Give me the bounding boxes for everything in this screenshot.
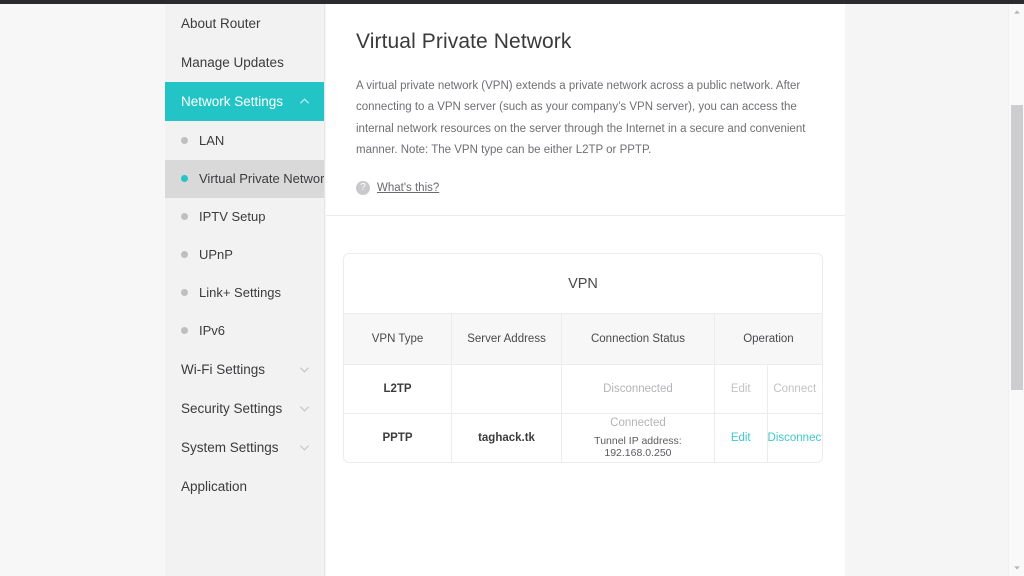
bullet-dot-icon bbox=[181, 137, 188, 145]
cell-edit-action[interactable]: Edit bbox=[714, 364, 768, 414]
sidebar: About Router Manage Updates Network Sett… bbox=[165, 4, 325, 576]
screen: About Router Manage Updates Network Sett… bbox=[0, 0, 1024, 576]
sidebar-item-label: Security Settings bbox=[181, 401, 283, 416]
sidebar-item-system-settings[interactable]: System Settings bbox=[165, 428, 324, 467]
bullet-dot-icon bbox=[181, 289, 188, 297]
sidebar-item-label: Link+ Settings bbox=[199, 285, 282, 300]
column-header-operation: Operation bbox=[714, 314, 822, 365]
sidebar-item-lan[interactable]: LAN bbox=[165, 122, 324, 160]
cell-server-address bbox=[451, 364, 562, 414]
tunnel-ip-text: Tunnel IP address: 192.168.0.250 bbox=[594, 434, 682, 459]
question-mark-icon: ? bbox=[356, 181, 370, 196]
connect-link[interactable]: Connect bbox=[773, 383, 816, 395]
bullet-dot-icon bbox=[181, 251, 188, 259]
chevron-up-icon bbox=[299, 96, 310, 107]
sidebar-item-application[interactable]: Application bbox=[165, 467, 324, 506]
sidebar-item-label: About Router bbox=[181, 16, 261, 31]
page-left-background bbox=[0, 4, 165, 576]
table-row: PPTP taghack.tk Connected Tunnel IP addr… bbox=[344, 413, 822, 463]
whats-this-link[interactable]: What's this? bbox=[377, 182, 439, 194]
column-header-vpn-type: VPN Type bbox=[344, 314, 453, 365]
sidebar-item-label: System Settings bbox=[181, 440, 279, 455]
sidebar-item-label: LAN bbox=[199, 133, 225, 148]
bullet-dot-icon bbox=[181, 213, 188, 221]
sidebar-item-about-router[interactable]: About Router bbox=[165, 4, 324, 43]
sidebar-item-security-settings[interactable]: Security Settings bbox=[165, 389, 324, 428]
sidebar-item-label: Application bbox=[181, 479, 248, 494]
whats-this-row[interactable]: ? What's this? bbox=[356, 181, 815, 196]
page-right-background bbox=[845, 4, 1008, 576]
sidebar-item-manage-updates[interactable]: Manage Updates bbox=[165, 43, 324, 82]
column-header-server-address: Server Address bbox=[451, 314, 562, 365]
cell-edit-action[interactable]: Edit bbox=[714, 413, 768, 463]
edit-link[interactable]: Edit bbox=[731, 383, 751, 395]
sidebar-item-ipv6[interactable]: IPv6 bbox=[165, 312, 324, 350]
cell-disconnect-action[interactable]: Disconnect bbox=[767, 413, 822, 462]
column-header-connection-status: Connection Status bbox=[561, 314, 715, 365]
status-text: Connected bbox=[610, 416, 666, 429]
bullet-dot-icon bbox=[181, 327, 188, 335]
sidebar-item-link-plus-settings[interactable]: Link+ Settings bbox=[165, 274, 324, 312]
vpn-table: VPN Type Server Address Connection Statu… bbox=[344, 314, 822, 463]
card-wrapper: VPN VPN Type Server Address Connection S… bbox=[326, 216, 845, 464]
sidebar-item-label: IPTV Setup bbox=[199, 209, 266, 224]
cell-vpn-type: PPTP bbox=[344, 413, 453, 463]
sidebar-item-label: Network Settings bbox=[181, 94, 284, 109]
sidebar-item-network-settings[interactable]: Network Settings bbox=[165, 82, 324, 121]
sidebar-item-upnp[interactable]: UPnP bbox=[165, 236, 324, 274]
page-title: Virtual Private Network bbox=[356, 30, 572, 53]
vertical-scrollbar[interactable] bbox=[1008, 4, 1024, 576]
sidebar-item-label: Wi-Fi Settings bbox=[181, 362, 266, 377]
table-row: L2TP Disconnected Edit Connect bbox=[344, 364, 822, 414]
chevron-down-icon bbox=[299, 364, 310, 375]
chevron-down-icon bbox=[299, 403, 310, 414]
vpn-card: VPN VPN Type Server Address Connection S… bbox=[343, 253, 823, 464]
cell-connect-action[interactable]: Connect bbox=[767, 364, 822, 414]
status-text: Disconnected bbox=[603, 382, 673, 395]
cell-connection-status: Disconnected bbox=[561, 364, 715, 414]
content-header: Virtual Private Network A virtual privat… bbox=[326, 4, 845, 196]
page-description: A virtual private network (VPN) extends … bbox=[356, 80, 806, 156]
sidebar-subgroup-network-settings: LAN Virtual Private Network IPTV Setup U… bbox=[165, 121, 324, 350]
vpn-table-body: L2TP Disconnected Edit Connect PPTP tagh… bbox=[344, 364, 822, 463]
sidebar-item-label: Manage Updates bbox=[181, 55, 284, 70]
cell-server-address: taghack.tk bbox=[451, 413, 562, 463]
sidebar-item-label: IPv6 bbox=[199, 323, 226, 338]
sidebar-item-iptv-setup[interactable]: IPTV Setup bbox=[165, 198, 324, 236]
sidebar-item-label: Virtual Private Network bbox=[199, 171, 325, 186]
sidebar-item-virtual-private-network[interactable]: Virtual Private Network bbox=[165, 160, 324, 198]
table-header-row: VPN Type Server Address Connection Statu… bbox=[344, 314, 822, 365]
caret-up-icon[interactable] bbox=[1009, 4, 1024, 20]
disconnect-link[interactable]: Disconnect bbox=[768, 432, 822, 444]
caret-down-icon[interactable] bbox=[1009, 560, 1024, 576]
scrollbar-thumb[interactable] bbox=[1011, 105, 1023, 390]
cell-connection-status: Connected Tunnel IP address: 192.168.0.2… bbox=[561, 413, 715, 463]
vpn-table-head: VPN Type Server Address Connection Statu… bbox=[344, 314, 822, 365]
vpn-card-title: VPN bbox=[344, 254, 822, 315]
cell-vpn-type: L2TP bbox=[344, 364, 453, 414]
bullet-dot-icon bbox=[181, 175, 188, 183]
main-content: Virtual Private Network A virtual privat… bbox=[326, 4, 845, 576]
chevron-down-icon bbox=[299, 442, 310, 453]
edit-link[interactable]: Edit bbox=[731, 432, 751, 444]
sidebar-item-label: UPnP bbox=[199, 247, 233, 262]
sidebar-item-wifi-settings[interactable]: Wi-Fi Settings bbox=[165, 350, 324, 389]
